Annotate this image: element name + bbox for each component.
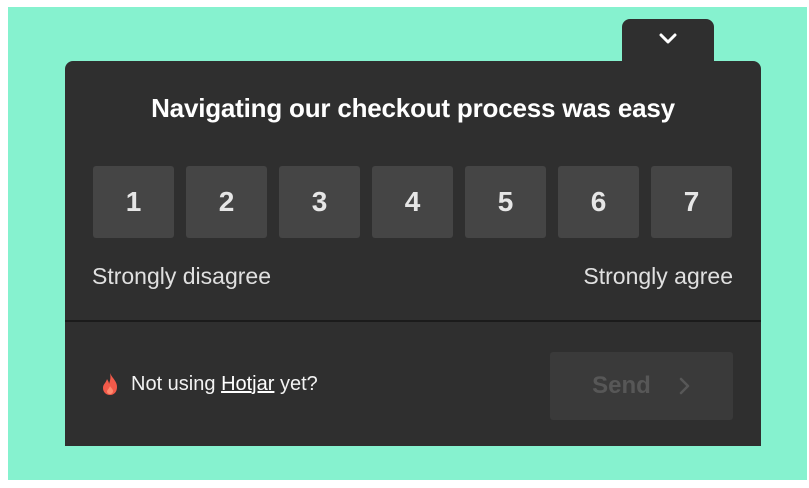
feedback-widget: Navigating our checkout process was easy… [65, 61, 761, 446]
rating-option-3[interactable]: 3 [279, 166, 360, 238]
hotjar-link[interactable]: Hotjar [221, 373, 274, 395]
chevron-down-icon [659, 33, 677, 44]
rating-option-1[interactable]: 1 [93, 166, 174, 238]
rating-option-6[interactable]: 6 [558, 166, 639, 238]
rating-scale: 1 2 3 4 5 6 7 [93, 166, 732, 238]
hotjar-flame-icon [103, 373, 117, 395]
rating-option-4[interactable]: 4 [372, 166, 453, 238]
hotjar-promo: Not using Hotjar yet? [101, 372, 318, 396]
survey-question: Navigating our checkout process was easy [151, 93, 675, 123]
scale-low-label: Strongly disagree [92, 263, 271, 289]
send-label: Send [592, 372, 651, 399]
rating-option-2[interactable]: 2 [186, 166, 267, 238]
promo-text-before: Not using [131, 372, 216, 395]
chevron-right-icon [679, 377, 690, 395]
rating-option-7[interactable]: 7 [651, 166, 732, 238]
send-button[interactable]: Send [550, 352, 733, 420]
scale-high-label: Strongly agree [583, 263, 733, 289]
rating-option-5[interactable]: 5 [465, 166, 546, 238]
promo-text-after: yet? [279, 372, 318, 395]
divider [65, 320, 761, 322]
minimize-widget-button[interactable] [622, 19, 714, 65]
